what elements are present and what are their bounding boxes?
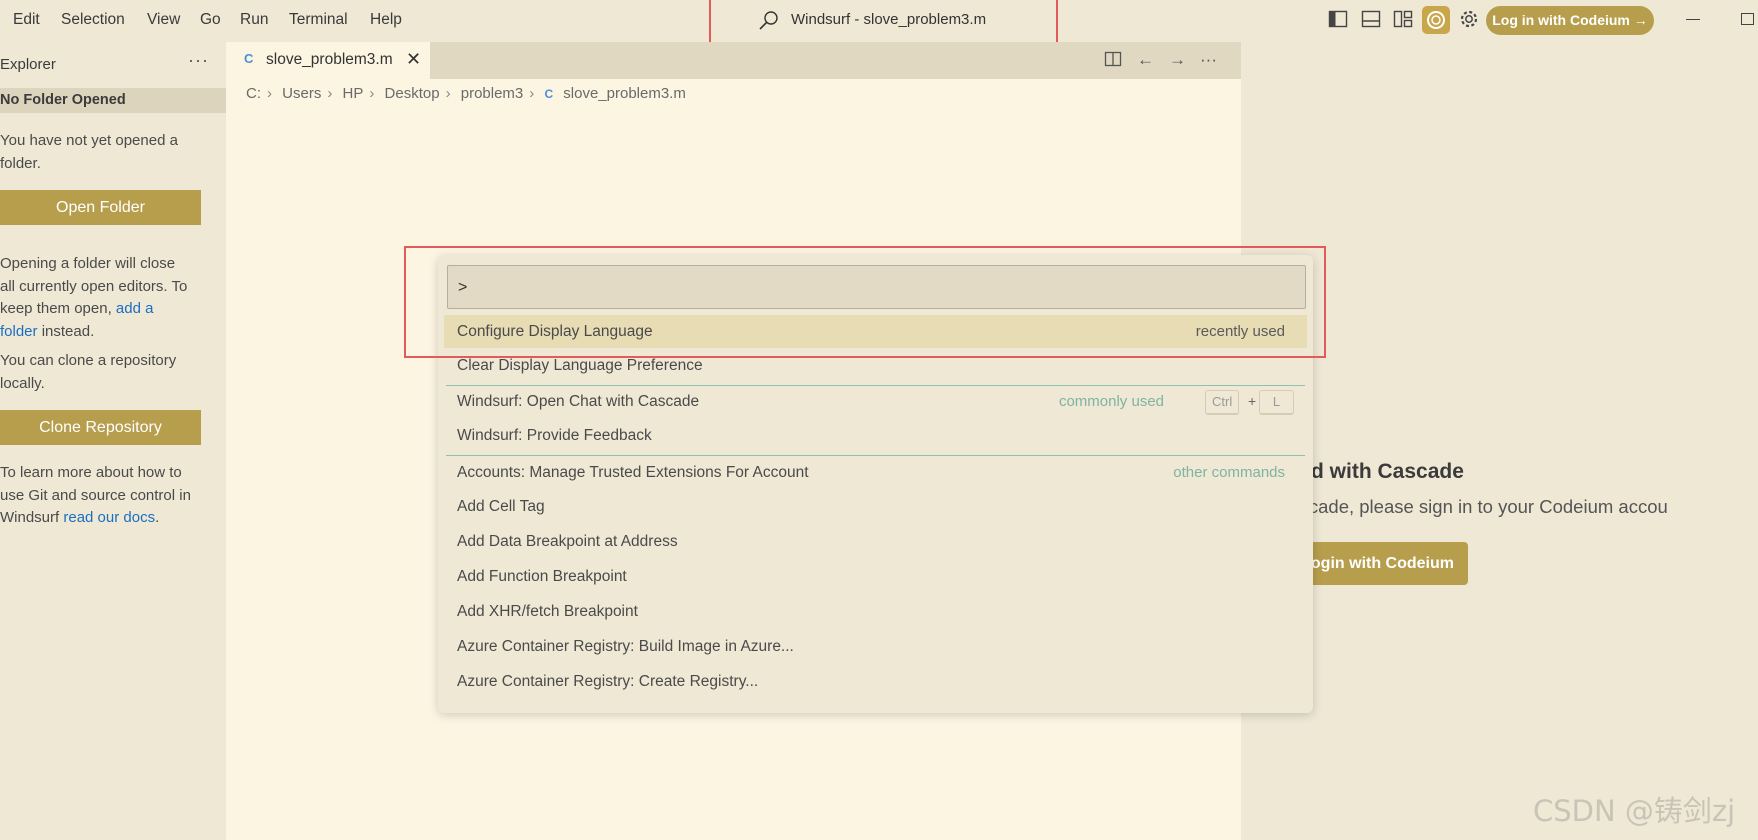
open-folder-button[interactable]: Open Folder — [0, 190, 201, 225]
more-actions-icon[interactable]: ··· — [1200, 50, 1217, 70]
customize-layout-icon[interactable] — [1392, 8, 1414, 30]
command-item[interactable]: Accounts: Manage Trusted Extensions For … — [444, 456, 1307, 489]
command-item[interactable]: Add Data Breakpoint at Address — [444, 525, 1307, 558]
keybinding-plus: + — [1248, 393, 1257, 409]
command-item[interactable]: Add Cell Tag — [444, 490, 1307, 523]
command-item[interactable]: Configure Display Language recently used — [444, 315, 1307, 348]
command-item[interactable]: Azure Container Registry: Build Image in… — [444, 630, 1307, 663]
minimize-icon[interactable] — [1686, 19, 1700, 20]
no-folder-section-header[interactable]: No Folder Opened — [0, 88, 226, 113]
toggle-primary-sidebar-icon[interactable] — [1327, 8, 1349, 30]
window-title: Windsurf - slove_problem3.m — [791, 11, 987, 28]
breadcrumb-item[interactable]: slove_problem3.m — [563, 85, 686, 102]
c-file-icon: C — [544, 87, 554, 101]
read-docs-link[interactable]: read our docs — [63, 509, 155, 526]
menu-go[interactable]: Go — [200, 11, 221, 29]
menu-run[interactable]: Run — [240, 11, 268, 29]
explorer-sidebar: Explorer ··· No Folder Opened You have n… — [0, 40, 226, 840]
keybinding-ctrl: Ctrl — [1205, 390, 1240, 415]
keybinding-l: L — [1259, 390, 1294, 415]
add-folder-link[interactable]: add a — [116, 300, 154, 317]
watermark: CSDN @铸剑zj — [1533, 794, 1736, 828]
tab-label: slove_problem3.m — [266, 51, 393, 68]
maximize-icon[interactable] — [1741, 13, 1754, 25]
breadcrumb-item[interactable]: C: — [246, 85, 261, 102]
git-docs-info: To learn more about how to use Git and s… — [0, 464, 191, 526]
clone-info: You can clone a repository locally. — [0, 352, 177, 392]
breadcrumb-item[interactable]: Desktop — [385, 85, 440, 102]
command-item[interactable]: Add Function Breakpoint — [444, 560, 1307, 593]
command-item[interactable]: Clear Display Language Preference — [444, 349, 1307, 382]
breadcrumb-item[interactable]: Users — [282, 85, 321, 102]
toggle-panel-icon[interactable] — [1360, 8, 1382, 30]
menu-edit[interactable]: Edit — [13, 11, 40, 29]
menu-selection[interactable]: Selection — [61, 11, 125, 29]
recently-used-tag: recently used — [1195, 323, 1285, 340]
add-folder-link-cont[interactable]: folder — [0, 323, 38, 340]
breadcrumb-item[interactable]: HP — [343, 85, 364, 102]
c-file-icon: C — [244, 51, 254, 66]
command-item[interactable]: Azure Container Registry: Create Registr… — [444, 665, 1307, 698]
menu-view[interactable]: View — [147, 11, 180, 29]
clone-repository-button[interactable]: Clone Repository — [0, 410, 201, 445]
login-with-codeium-top-button[interactable]: Log in with Codeium → — [1486, 6, 1654, 35]
command-center-search[interactable]: Windsurf - slove_problem3.m — [751, 5, 1031, 35]
cascade-icon[interactable] — [1422, 6, 1450, 34]
split-editor-icon[interactable] — [1104, 50, 1122, 73]
arrow-right-icon[interactable]: → — [1169, 50, 1186, 70]
other-commands-tag: other commands — [1173, 464, 1285, 481]
command-item[interactable]: Windsurf: Open Chat with Cascade commonl… — [444, 385, 1307, 418]
command-palette: > Configure Display Language recently us… — [438, 255, 1313, 713]
tab-slove-problem3[interactable]: C slove_problem3.m ✕ — [226, 42, 430, 79]
command-item[interactable]: Add XHR/fetch Breakpoint — [444, 595, 1307, 628]
editor-tab-bar: C slove_problem3.m ✕ ← → ··· — [226, 42, 1241, 79]
explorer-title: Explorer — [0, 56, 56, 73]
close-icon[interactable]: ✕ — [406, 49, 421, 70]
title-bar: Edit Selection View Go Run Terminal Help… — [0, 0, 1758, 50]
menu-terminal[interactable]: Terminal — [289, 11, 348, 29]
gear-icon[interactable] — [1458, 8, 1480, 30]
search-icon — [758, 10, 780, 36]
arrow-left-icon[interactable]: ← — [1137, 50, 1154, 70]
cascade-panel: t started with Cascade use Cascade, plea… — [1241, 40, 1758, 840]
command-item[interactable]: Windsurf: Provide Feedback — [444, 419, 1307, 452]
menu-help[interactable]: Help — [370, 11, 402, 29]
breadcrumb: C: › Users › HP › Desktop › problem3 › C slov… — [246, 85, 686, 102]
command-palette-input[interactable]: > — [447, 265, 1306, 309]
commonly-used-tag: commonly used — [1058, 393, 1164, 410]
open-folder-info: Opening a folder will close all currentl… — [0, 255, 188, 340]
more-actions-icon[interactable]: ··· — [188, 50, 209, 71]
breadcrumb-item[interactable]: problem3 — [461, 85, 524, 102]
no-folder-message: You have not yet opened a folder. — [0, 132, 178, 172]
